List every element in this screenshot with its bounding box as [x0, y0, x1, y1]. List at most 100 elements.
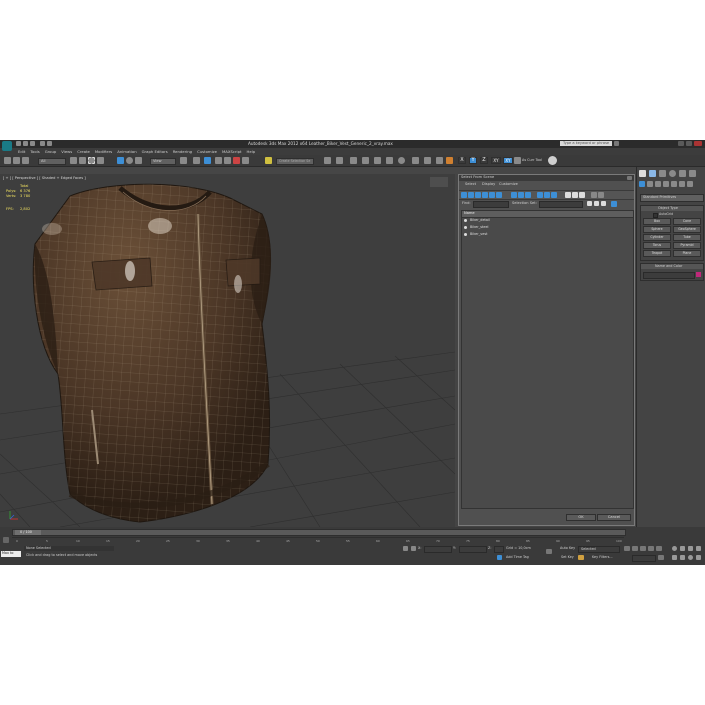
geometry-icon[interactable]: [639, 181, 645, 187]
snap-lock-icon[interactable]: [514, 157, 521, 164]
select-and-move-icon[interactable]: [117, 157, 124, 164]
delete-selection-icon[interactable]: [601, 201, 606, 206]
rectangular-selection-icon[interactable]: [88, 157, 95, 164]
filter-shapes-icon[interactable]: [468, 192, 474, 198]
rendered-frame-icon[interactable]: [424, 157, 431, 164]
select-invert-icon[interactable]: [579, 192, 585, 198]
filter-hidden-icon[interactable]: [551, 192, 557, 198]
maximize-viewport-icon[interactable]: [696, 555, 701, 560]
filter-bones-icon[interactable]: [525, 192, 531, 198]
dialog-title-bar[interactable]: Select From Scene: [459, 175, 634, 181]
shapes-icon[interactable]: [647, 181, 653, 187]
menu-item-tools[interactable]: Tools: [30, 149, 39, 154]
primitive-sphere-button[interactable]: Sphere: [643, 226, 671, 233]
perspective-viewport[interactable]: [ + ] [ Perspective ] [ Shaded + Edged F…: [0, 174, 455, 527]
filter-spacewarps-icon[interactable]: [496, 192, 502, 198]
link-icon[interactable]: [4, 157, 11, 164]
zoom-icon[interactable]: [672, 546, 677, 551]
key-filters-button[interactable]: Key Filters...: [592, 555, 613, 559]
space-warps-icon[interactable]: [679, 181, 685, 187]
primitive-cylinder-button[interactable]: Cylinder: [643, 234, 671, 241]
viewport-label[interactable]: [ + ] [ Perspective ] [ Shaded + Edged F…: [3, 176, 86, 181]
reference-coordinate-dropdown[interactable]: View: [150, 158, 176, 165]
set-key-button[interactable]: Set Key: [561, 555, 574, 559]
scene-list[interactable]: Name Biker_detail Biker_steel Biker_vest: [461, 210, 634, 509]
angle-snap-icon[interactable]: [224, 157, 231, 164]
vest-model[interactable]: [32, 183, 272, 523]
display-influences-icon[interactable]: [598, 192, 604, 198]
dialog-menu-customize[interactable]: Customize: [499, 182, 518, 187]
primitive-torus-button[interactable]: Torus: [643, 242, 671, 249]
axis-xy-button[interactable]: XY: [491, 157, 501, 164]
filter-helpers-icon[interactable]: [489, 192, 495, 198]
time-config-icon[interactable]: [658, 555, 664, 560]
menu-item-animation[interactable]: Animation: [117, 149, 136, 154]
render-production-icon[interactable]: [436, 157, 443, 164]
teapot-icon[interactable]: [548, 156, 557, 165]
filter-frozen-icon[interactable]: [544, 192, 550, 198]
save-selection-icon[interactable]: [587, 201, 592, 206]
filter-cameras-icon[interactable]: [482, 192, 488, 198]
select-and-scale-icon[interactable]: [135, 157, 142, 164]
select-object-icon[interactable]: [70, 157, 77, 164]
select-by-name-icon[interactable]: [79, 157, 86, 164]
absolute-mode-icon[interactable]: [411, 546, 416, 551]
minimize-icon[interactable]: [678, 141, 684, 146]
menu-item-customize[interactable]: Customize: [197, 149, 217, 154]
x-coordinate-input[interactable]: [424, 546, 452, 553]
highlight-selection-icon[interactable]: [611, 201, 617, 207]
display-tab-icon[interactable]: [679, 170, 686, 177]
lights-icon[interactable]: [655, 181, 661, 187]
percent-snap-icon[interactable]: [233, 157, 240, 164]
zoom-all-icon[interactable]: [680, 546, 685, 551]
key-icon[interactable]: [578, 555, 584, 560]
menu-item-views[interactable]: Views: [61, 149, 72, 154]
primitive-pyramid-button[interactable]: Pyramid: [673, 242, 701, 249]
zoom-extents-icon[interactable]: [688, 546, 693, 551]
field-of-view-icon[interactable]: [672, 555, 677, 560]
lock-selection-icon[interactable]: [403, 546, 408, 551]
primitive-type-dropdown[interactable]: Standard Primitives: [640, 194, 704, 202]
key-selection-dropdown[interactable]: Selected: [578, 546, 620, 553]
menu-item-modifiers[interactable]: Modifiers: [95, 149, 112, 154]
mirror-icon[interactable]: [324, 157, 331, 164]
unlink-icon[interactable]: [13, 157, 20, 164]
select-none-icon[interactable]: [572, 192, 578, 198]
y-coordinate-input[interactable]: [459, 546, 487, 553]
render-setup-icon[interactable]: [412, 157, 419, 164]
mini-curve-editor-icon[interactable]: [3, 537, 9, 543]
edit-named-selection-icon[interactable]: [265, 157, 272, 164]
material-editor-icon[interactable]: [398, 157, 405, 164]
primitive-plane-button[interactable]: Plane: [673, 250, 701, 257]
selection-filter-dropdown[interactable]: All: [38, 158, 66, 165]
object-color-swatch[interactable]: [696, 272, 701, 277]
zoom-extents-all-icon[interactable]: [696, 546, 701, 551]
primitive-box-button[interactable]: Box: [643, 218, 671, 225]
cancel-button[interactable]: Cancel: [597, 514, 631, 521]
motion-tab-icon[interactable]: [669, 170, 676, 177]
create-tab-icon[interactable]: [639, 170, 646, 177]
layer-manager-icon[interactable]: [350, 157, 357, 164]
selection-set-dropdown[interactable]: [539, 201, 583, 208]
time-slider[interactable]: 0 / 100: [12, 529, 626, 536]
close-icon[interactable]: [694, 141, 702, 146]
search-field[interactable]: Type a keyword or phrase: [560, 141, 612, 146]
pivot-center-icon[interactable]: [180, 157, 187, 164]
quick-access-new-icon[interactable]: [16, 141, 21, 146]
menu-item-graph-editors[interactable]: Graph Editors: [142, 149, 168, 154]
use-current-tool[interactable]: As Curr Tool: [522, 158, 542, 162]
auto-key-button[interactable]: Auto Key: [560, 546, 575, 550]
object-name-input[interactable]: [643, 272, 695, 279]
menu-item-edit[interactable]: Edit: [18, 149, 25, 154]
maximize-icon[interactable]: [686, 141, 692, 146]
primitive-geosphere-button[interactable]: GeoSphere: [673, 226, 701, 233]
keyboard-shortcut-icon[interactable]: [204, 157, 211, 164]
primitive-cone-button[interactable]: Cone: [673, 218, 701, 225]
menu-item-group[interactable]: Group: [45, 149, 57, 154]
z-coordinate-input[interactable]: [494, 546, 504, 553]
scene-list-item[interactable]: Biker_detail: [462, 218, 633, 224]
systems-icon[interactable]: [687, 181, 693, 187]
cameras-icon[interactable]: [663, 181, 669, 187]
current-frame-input[interactable]: [632, 555, 656, 562]
scene-list-item[interactable]: Biker_vest: [462, 232, 633, 238]
